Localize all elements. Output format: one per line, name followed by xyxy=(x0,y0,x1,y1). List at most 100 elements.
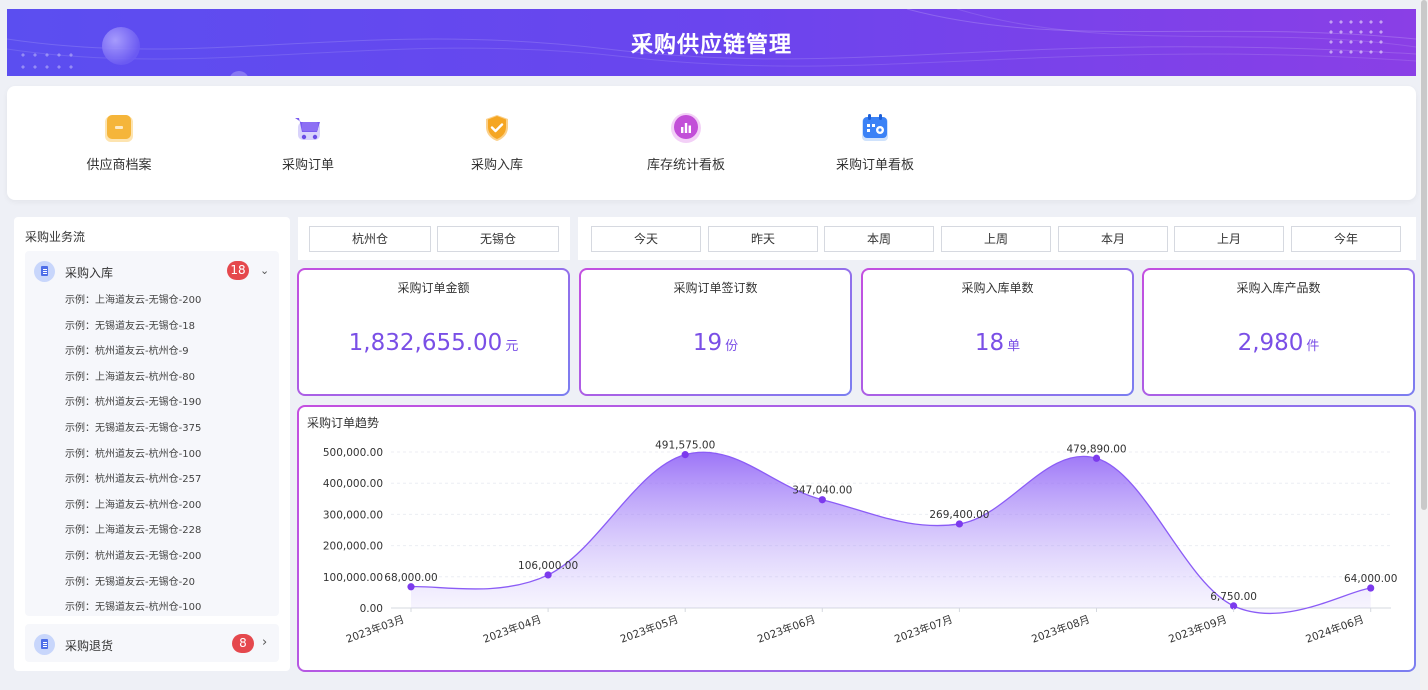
list-item[interactable]: 示例：无锡道友云-杭州仓-100 xyxy=(65,601,201,627)
flow-group-header-inbound[interactable]: 采购入库 18 ⌄ xyxy=(25,251,279,289)
period-button-today[interactable]: 今天 xyxy=(591,226,701,252)
data-label: 106,000.00 xyxy=(518,560,578,572)
stat-card-order-amount: 采购订单金额 1,832,655.00 元 xyxy=(297,268,570,396)
warehouse-button-wuxi[interactable]: 无锡仓 xyxy=(437,226,559,252)
y-tick-label: 0.00 xyxy=(360,603,383,615)
stat-value: 1,832,655.00 xyxy=(348,330,503,356)
x-tick-label: 2023年04月 xyxy=(481,613,543,646)
count-badge: 8 xyxy=(232,634,254,653)
series-area xyxy=(411,452,1371,614)
y-tick-label: 300,000.00 xyxy=(323,509,383,521)
period-button-this-year[interactable]: 今年 xyxy=(1291,226,1401,252)
stat-card-inbound-products: 采购入库产品数 2,980 件 xyxy=(1142,268,1415,396)
stat-value: 2,980 xyxy=(1237,330,1304,356)
data-label: 269,400.00 xyxy=(929,509,989,521)
data-point[interactable] xyxy=(1092,454,1101,462)
nav-item-purchase-order[interactable]: 采购订单 xyxy=(233,112,383,173)
nav-label: 采购入库 xyxy=(470,158,523,173)
warehouse-button-hangzhou[interactable]: 杭州仓 xyxy=(309,226,431,252)
data-point[interactable] xyxy=(407,583,415,591)
stat-value: 19 xyxy=(692,330,723,356)
nav-item-inventory-board[interactable]: 库存统计看板 xyxy=(611,112,761,173)
list-item[interactable]: 示例：无锡道友云-无锡仓-18 xyxy=(65,320,201,346)
period-button-this-month[interactable]: 本月 xyxy=(1058,226,1168,252)
list-item[interactable]: 示例：杭州道友云-无锡仓-200 xyxy=(65,550,201,576)
stat-card-inbound-count: 采购入库单数 18 单 xyxy=(861,268,1134,396)
shield-check-icon xyxy=(486,115,508,141)
list-item[interactable]: 示例：上海道友云-无锡仓-228 xyxy=(65,524,201,550)
stat-unit: 件 xyxy=(1306,339,1320,354)
x-tick-label: 2023年06月 xyxy=(755,613,817,646)
document-icon xyxy=(34,261,55,282)
x-tick-label: 2023年08月 xyxy=(1030,613,1092,646)
nav-item-order-board[interactable]: 采购订单看板 xyxy=(800,112,950,173)
data-point[interactable] xyxy=(544,571,552,579)
chart-title: 采购订单趋势 xyxy=(307,416,380,430)
list-item[interactable]: 示例：无锡道友云-无锡仓-375 xyxy=(65,422,201,448)
list-item[interactable]: 示例：杭州道友云-杭州仓-257 xyxy=(65,473,201,499)
x-tick-label: 2024年06月 xyxy=(1304,613,1366,646)
scrollbar-thumb[interactable] xyxy=(1421,0,1427,510)
quick-nav: 供应商档案 采购订单 采购入库 库存统计看板 采购订单看板 xyxy=(7,86,1416,200)
data-label: 6,750.00 xyxy=(1210,591,1257,603)
nav-item-purchase-inbound[interactable]: 采购入库 xyxy=(422,112,572,173)
document-icon xyxy=(34,634,55,655)
stat-title: 采购订单金额 xyxy=(397,281,470,295)
y-tick-label: 500,000.00 xyxy=(323,447,383,459)
list-item[interactable]: 示例：上海道友云-杭州仓-80 xyxy=(65,371,201,397)
nav-label: 采购订单 xyxy=(281,158,334,173)
folder-icon xyxy=(105,115,133,142)
y-tick-label: 200,000.00 xyxy=(323,541,383,553)
data-point[interactable] xyxy=(681,451,689,459)
stat-value: 18 xyxy=(974,330,1005,356)
period-button-this-week[interactable]: 本周 xyxy=(824,226,934,252)
x-tick-label: 2023年07月 xyxy=(893,613,955,646)
period-button-yesterday[interactable]: 昨天 xyxy=(708,226,818,252)
period-filter: 今天 昨天 本周 上周 本月 上月 今年 xyxy=(578,217,1416,260)
inbound-list: 示例：上海道友云-无锡仓-200 示例：无锡道友云-无锡仓-18 示例：杭州道友云-… xyxy=(65,294,201,627)
list-item[interactable]: 示例：无锡道友云-无锡仓-20 xyxy=(65,576,201,602)
flow-group-label: 采购退货 xyxy=(65,639,114,653)
nav-label: 库存统计看板 xyxy=(646,158,725,173)
nav-label: 采购订单看板 xyxy=(835,158,914,173)
list-item[interactable]: 示例：杭州道友云-杭州仓-100 xyxy=(65,448,201,474)
list-item[interactable]: 示例：杭州道友云-无锡仓-190 xyxy=(65,396,201,422)
data-label: 491,575.00 xyxy=(655,440,715,452)
business-flow-panel: 采购业务流 采购入库 18 ⌄ 示例：上海道友云-无锡仓-200 示例：无锡道友云… xyxy=(14,217,290,671)
data-point[interactable] xyxy=(1367,584,1375,592)
list-item[interactable]: 示例：杭州道友云-杭州仓-9 xyxy=(65,345,201,371)
panel-title: 采购业务流 xyxy=(25,230,86,244)
data-label: 479,890.00 xyxy=(1066,443,1126,455)
flow-group-returns[interactable]: 采购退货 8 › xyxy=(25,624,279,662)
flow-group-inbound: 采购入库 18 ⌄ 示例：上海道友云-无锡仓-200 示例：无锡道友云-无锡仓-1… xyxy=(25,251,279,616)
stat-title: 采购入库产品数 xyxy=(1236,281,1321,295)
trend-chart: 0.00 100,000.00 200,000.00 300,000.00 400,00… xyxy=(323,440,1398,646)
stat-unit: 单 xyxy=(1007,339,1021,354)
header-banner: 采购供应链管理 xyxy=(7,9,1416,76)
list-item[interactable]: 示例：上海道友云-杭州仓-200 xyxy=(65,499,201,525)
nav-item-supplier-archive[interactable]: 供应商档案 xyxy=(44,112,194,173)
list-item[interactable]: 示例：上海道友云-无锡仓-200 xyxy=(65,294,201,320)
cart-icon xyxy=(295,118,320,140)
stat-card-order-count: 采购订单签订数 19 份 xyxy=(579,268,852,396)
x-tick-label: 2023年05月 xyxy=(618,613,680,646)
y-tick-label: 100,000.00 xyxy=(323,572,383,584)
stat-title: 采购订单签订数 xyxy=(673,281,758,295)
flow-group-label: 采购入库 xyxy=(65,266,114,280)
x-tick-label: 2023年03月 xyxy=(344,613,406,646)
page-scrollbar[interactable] xyxy=(1420,0,1428,690)
data-label: 64,000.00 xyxy=(1344,573,1397,585)
data-point[interactable] xyxy=(955,520,964,528)
period-button-last-week[interactable]: 上周 xyxy=(941,226,1051,252)
data-point[interactable] xyxy=(818,496,826,504)
warehouse-filter: 杭州仓 无锡仓 xyxy=(298,217,570,260)
calendar-icon xyxy=(862,114,888,141)
y-tick-label: 400,000.00 xyxy=(323,478,383,490)
period-button-last-month[interactable]: 上月 xyxy=(1174,226,1284,252)
bar-chart-icon xyxy=(671,113,701,143)
stat-unit: 元 xyxy=(505,339,519,354)
chevron-down-icon[interactable]: ⌄ xyxy=(260,264,269,277)
trend-chart-card: 0.00 100,000.00 200,000.00 300,000.00 400,00… xyxy=(297,405,1416,672)
chevron-right-icon[interactable]: › xyxy=(262,635,267,650)
count-badge: 18 xyxy=(227,261,249,280)
